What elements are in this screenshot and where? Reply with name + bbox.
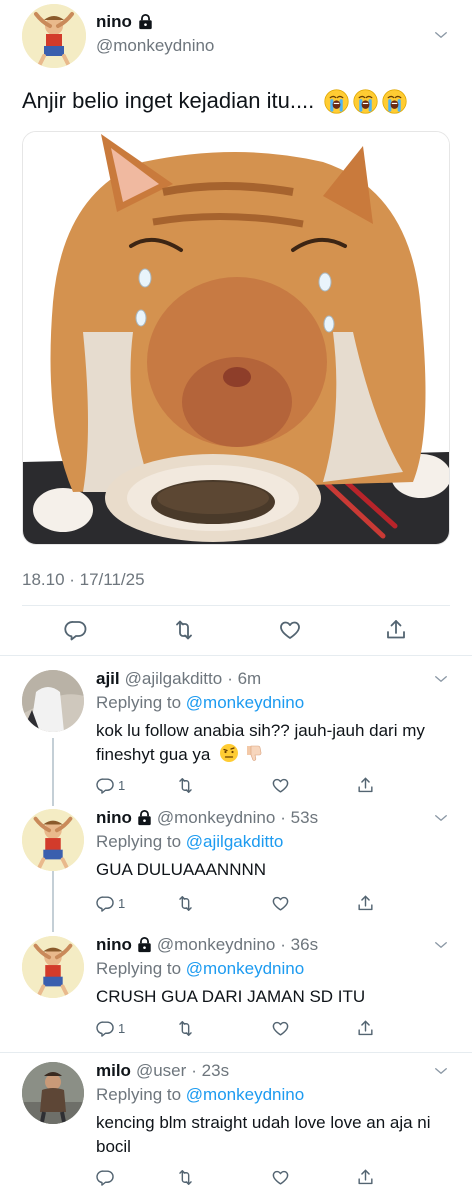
thumbs-down-emoji-icon xyxy=(246,745,262,761)
reply-time[interactable]: · 23s xyxy=(191,1061,229,1081)
share-icon[interactable] xyxy=(356,776,375,795)
reply-icon[interactable] xyxy=(64,618,88,642)
crying-emoji-icon xyxy=(353,89,378,114)
tweet-media-image[interactable] xyxy=(22,131,450,545)
lock-icon xyxy=(137,937,152,953)
thread-line xyxy=(52,738,54,806)
reply-header: milo @user · 23s xyxy=(96,1061,229,1081)
main-author-name[interactable]: nino xyxy=(96,12,153,32)
replying-to: Replying to @ajilgakditto xyxy=(96,832,283,852)
retweet-icon[interactable] xyxy=(176,1168,195,1187)
reply-count: 1 xyxy=(118,896,126,911)
reply-avatar-ajil[interactable] xyxy=(22,670,84,732)
reply-author-handle[interactable]: @user xyxy=(136,1061,186,1081)
reply-author-name[interactable]: milo xyxy=(96,1061,131,1081)
share-icon[interactable] xyxy=(356,1168,375,1187)
crying-emoji-icon xyxy=(382,89,407,114)
reply-icon xyxy=(96,894,115,913)
reply-icon xyxy=(96,776,115,795)
chevron-down-icon[interactable] xyxy=(432,26,450,44)
thread-line xyxy=(52,866,54,932)
reply-count: 1 xyxy=(118,778,126,793)
reply-text: kok lu follow anabia sih?? jauh-jauh dar… xyxy=(96,719,446,767)
like-icon[interactable] xyxy=(271,1168,290,1187)
tweet-timestamp[interactable]: 18.10 · 17/11/25 xyxy=(22,570,145,590)
reply-text: kencing blm straight udah love love an a… xyxy=(96,1113,431,1156)
replying-to-handle[interactable]: @monkeydnino xyxy=(186,693,304,712)
share-icon[interactable] xyxy=(356,894,375,913)
reply-text: GUA DULUAAANNNN xyxy=(96,860,267,879)
divider xyxy=(22,605,450,606)
share-icon[interactable] xyxy=(384,618,408,642)
reply-author-handle[interactable]: @ajilgakditto xyxy=(125,669,223,689)
retweet-icon[interactable] xyxy=(176,1019,195,1038)
main-author-avatar[interactable] xyxy=(22,4,86,68)
reply-avatar-nino[interactable] xyxy=(22,809,84,871)
replying-to-prefix: Replying to xyxy=(96,959,186,978)
reply-action-reply[interactable]: 1 xyxy=(96,1019,125,1038)
reply-author-handle[interactable]: @monkeydnino xyxy=(157,808,275,828)
divider xyxy=(0,655,472,656)
divider xyxy=(0,1052,472,1053)
like-icon[interactable] xyxy=(271,1019,290,1038)
reply-header: nino @monkeydnino · 36s xyxy=(96,935,318,955)
lock-icon xyxy=(137,810,152,826)
replying-to-handle[interactable]: @monkeydnino xyxy=(186,959,304,978)
chevron-down-icon[interactable] xyxy=(432,1062,450,1080)
reply-author-handle[interactable]: @monkeydnino xyxy=(157,935,275,955)
reply-header: ajil @ajilgakditto · 6m xyxy=(96,669,261,689)
reply-time[interactable]: · 6m xyxy=(227,669,261,689)
chevron-down-icon[interactable] xyxy=(432,936,450,954)
like-icon[interactable] xyxy=(278,618,302,642)
reply-author-name[interactable]: nino xyxy=(96,808,132,828)
replying-to-prefix: Replying to xyxy=(96,693,186,712)
lock-icon xyxy=(138,14,153,30)
replying-to: Replying to @monkeydnino xyxy=(96,693,304,713)
replying-to: Replying to @monkeydnino xyxy=(96,1085,304,1105)
chevron-down-icon[interactable] xyxy=(432,670,450,688)
reply-icon[interactable] xyxy=(96,1168,115,1187)
reply-time[interactable]: · 53s xyxy=(280,808,318,828)
reply-count: 1 xyxy=(118,1021,126,1036)
reply-action-reply[interactable]: 1 xyxy=(96,776,125,795)
reply-action-reply[interactable]: 1 xyxy=(96,894,125,913)
main-tweet-text-content: Anjir belio inget kejadian itu.... xyxy=(22,88,315,113)
chevron-down-icon[interactable] xyxy=(432,809,450,827)
like-icon[interactable] xyxy=(271,894,290,913)
main-author-name-text: nino xyxy=(96,12,132,31)
replying-to-handle[interactable]: @monkeydnino xyxy=(186,1085,304,1104)
main-author-handle[interactable]: @monkeydnino xyxy=(96,36,214,56)
replying-to: Replying to @monkeydnino xyxy=(96,959,304,979)
reply-icon xyxy=(96,1019,115,1038)
reply-text: CRUSH GUA DARI JAMAN SD ITU xyxy=(96,987,366,1006)
reply-avatar-milo[interactable] xyxy=(22,1062,84,1124)
reply-author-name[interactable]: nino xyxy=(96,935,132,955)
main-tweet-text: Anjir belio inget kejadian itu.... xyxy=(22,88,407,114)
reply-author-name[interactable]: ajil xyxy=(96,669,120,689)
replying-to-prefix: Replying to xyxy=(96,832,186,851)
replying-to-handle[interactable]: @ajilgakditto xyxy=(186,832,284,851)
retweet-icon[interactable] xyxy=(176,776,195,795)
raised-eyebrow-emoji-icon xyxy=(220,744,239,762)
reply-avatar-nino[interactable] xyxy=(22,936,84,998)
reply-header: nino @monkeydnino · 53s xyxy=(96,808,318,828)
retweet-icon[interactable] xyxy=(172,618,196,642)
retweet-icon[interactable] xyxy=(176,894,195,913)
replying-to-prefix: Replying to xyxy=(96,1085,186,1104)
crying-emoji-icon xyxy=(324,89,349,114)
share-icon[interactable] xyxy=(356,1019,375,1038)
reply-time[interactable]: · 36s xyxy=(280,935,318,955)
like-icon[interactable] xyxy=(271,776,290,795)
